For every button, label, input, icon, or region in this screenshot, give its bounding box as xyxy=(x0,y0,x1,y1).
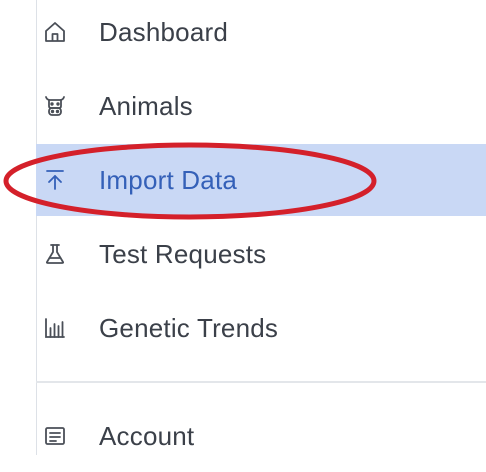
sidebar-item-animals[interactable]: Animals xyxy=(36,70,486,142)
upload-icon xyxy=(42,167,68,193)
sidebar-item-label: Genetic Trends xyxy=(99,312,279,343)
id-card-icon xyxy=(42,423,68,449)
sidebar-item-label: Animals xyxy=(99,90,193,121)
sidebar-item-test-requests[interactable]: Test Requests xyxy=(36,218,486,290)
sidebar-item-genetic-trends[interactable]: Genetic Trends xyxy=(36,292,486,364)
sidebar-item-label: Test Requests xyxy=(99,238,267,269)
sidebar-nav: Dashboard Animals Import Data Test Reque… xyxy=(0,0,486,455)
sidebar-item-label: Dashboard xyxy=(99,16,228,47)
home-icon xyxy=(42,19,68,45)
sidebar-item-import-data[interactable]: Import Data xyxy=(36,144,486,216)
sidebar-item-label: Account xyxy=(99,420,195,451)
sidebar-item-account[interactable]: Account xyxy=(36,400,486,472)
bar-chart-icon xyxy=(42,315,68,341)
sidebar-item-dashboard[interactable]: Dashboard xyxy=(36,0,486,68)
sidebar-divider xyxy=(36,381,486,383)
cow-icon xyxy=(42,93,68,119)
sidebar-item-label: Import Data xyxy=(99,164,238,195)
flask-icon xyxy=(42,241,68,267)
